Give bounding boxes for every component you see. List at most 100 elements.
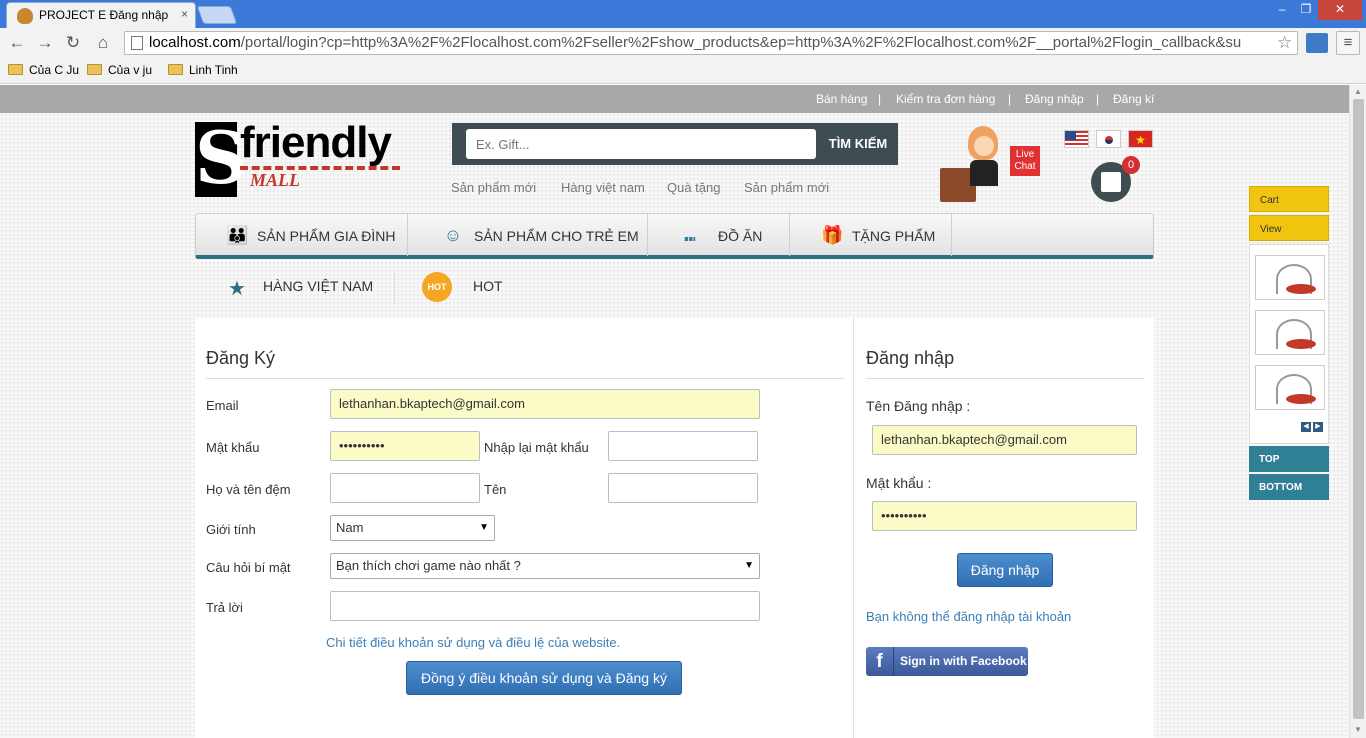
address-bar[interactable]: localhost.com/portal/login?cp=http%3A%2F… bbox=[124, 31, 1298, 55]
vacuum-cleaner-base bbox=[1286, 394, 1316, 404]
header-link-vietnam-goods[interactable]: Hàng việt nam bbox=[561, 180, 645, 195]
address-host: localhost.com bbox=[149, 34, 241, 51]
bookmark-folder[interactable]: Của v ju bbox=[87, 63, 152, 77]
gift-icon: 🎁 bbox=[821, 225, 844, 245]
register-title-rule bbox=[206, 378, 844, 379]
password-label: Mật khẩu bbox=[206, 440, 260, 455]
page-scrollbar[interactable]: ▲ ▼ bbox=[1349, 85, 1366, 738]
login-title: Đăng nhập bbox=[866, 348, 955, 368]
recent-product-thumb[interactable] bbox=[1255, 255, 1325, 300]
register-lastname-field[interactable] bbox=[330, 473, 480, 503]
hot-icon: HOT bbox=[422, 272, 452, 302]
live-chat-widget[interactable]: Live Chat bbox=[940, 120, 1040, 205]
search-input[interactable] bbox=[466, 129, 816, 159]
logo-subtext: MALL bbox=[250, 170, 301, 190]
floating-view-button[interactable]: View bbox=[1249, 215, 1329, 241]
topnav-order-check-link[interactable]: Kiểm tra đơn hàng bbox=[896, 92, 995, 106]
category-kids-products[interactable]: ☺ SẢN PHẨM CHO TRẺ EM bbox=[408, 214, 648, 256]
login-password-field[interactable]: •••••••••• bbox=[872, 501, 1137, 531]
new-tab-button[interactable] bbox=[196, 6, 238, 24]
subcategory-vietnam-goods[interactable]: HÀNG VIỆT NAM bbox=[263, 278, 373, 294]
thumb-prev-icon[interactable]: ◀ bbox=[1301, 422, 1311, 432]
register-submit-button[interactable]: Đồng ý điều khoản sử dụng và Đăng ký bbox=[406, 661, 682, 695]
folder-icon bbox=[168, 64, 183, 75]
scroll-top-button[interactable]: TOP bbox=[1249, 446, 1329, 472]
child-icon: ☺ bbox=[443, 225, 463, 245]
dropdown-arrow-icon: ▼ bbox=[744, 560, 754, 571]
us-flag-icon[interactable] bbox=[1064, 130, 1089, 148]
bookmarks-bar: Của C Ju Của v ju Linh Tinh bbox=[0, 58, 1366, 84]
window-maximize-button[interactable]: ❐ bbox=[1294, 0, 1318, 20]
login-title-rule bbox=[866, 378, 1145, 379]
reload-icon[interactable]: ↻ bbox=[62, 32, 84, 54]
bookmark-folder[interactable]: Linh Tinh bbox=[168, 63, 238, 77]
forward-icon[interactable]: → bbox=[34, 32, 56, 54]
security-question-value: Bạn thích chơi game nào nhất ? bbox=[336, 558, 521, 573]
address-text: localhost.com/portal/login?cp=http%3A%2F… bbox=[149, 34, 1269, 51]
scroll-down-icon[interactable]: ▼ bbox=[1354, 725, 1362, 734]
category-label: SẢN PHẨM GIA ĐÌNH bbox=[257, 228, 396, 244]
floating-cart-button[interactable]: Cart bbox=[1249, 186, 1329, 212]
register-password-field[interactable]: •••••••••• bbox=[330, 431, 480, 461]
window-close-button[interactable]: ✕ bbox=[1318, 0, 1362, 20]
vacuum-cleaner-base bbox=[1286, 339, 1316, 349]
register-confirm-password-field[interactable] bbox=[608, 431, 758, 461]
browser-tab[interactable]: PROJECT E Đăng nhập × bbox=[6, 2, 196, 28]
recent-product-thumb[interactable] bbox=[1255, 310, 1325, 355]
thumb-next-icon[interactable]: ▶ bbox=[1313, 422, 1323, 432]
category-gifts[interactable]: 🎁 TẶNG PHẨM bbox=[790, 214, 952, 256]
recent-product-thumb[interactable] bbox=[1255, 365, 1325, 410]
subcategory-hot[interactable]: HOT bbox=[473, 278, 503, 294]
scroll-thumb[interactable] bbox=[1353, 99, 1364, 719]
gender-label: Giới tính bbox=[206, 522, 256, 537]
search-button[interactable]: TÌM KIẾM bbox=[818, 123, 898, 165]
topnav-register-link[interactable]: Đăng kí bbox=[1113, 92, 1154, 106]
bookmark-folder[interactable]: Của C Ju bbox=[8, 63, 79, 77]
agent-face-illustration bbox=[974, 136, 994, 156]
header-link-gifts[interactable]: Quà tặng bbox=[667, 180, 721, 195]
login-submit-button[interactable]: Đăng nhập bbox=[957, 553, 1053, 587]
home-icon[interactable]: ⌂ bbox=[92, 32, 114, 54]
forgot-account-link[interactable]: Bạn không thể đăng nhập tài khoản bbox=[866, 609, 1071, 624]
extension-icon[interactable] bbox=[1306, 33, 1328, 53]
security-question-select[interactable]: Bạn thích chơi game nào nhất ? ▼ bbox=[330, 553, 760, 579]
korea-flag-icon[interactable] bbox=[1096, 130, 1121, 148]
gender-select[interactable]: Nam ▼ bbox=[330, 515, 495, 541]
email-label: Email bbox=[206, 398, 239, 413]
scroll-bottom-button[interactable]: BOTTOM bbox=[1249, 474, 1329, 500]
topnav-login-link[interactable]: Đăng nhập bbox=[1025, 92, 1084, 106]
family-icon: 👪 bbox=[226, 225, 249, 245]
vietnam-flag-icon[interactable]: ★ bbox=[1128, 130, 1153, 148]
browser-menu-icon[interactable]: ≡ bbox=[1336, 31, 1360, 55]
register-firstname-field[interactable] bbox=[608, 473, 758, 503]
site-top-bar: Bán hàng | Kiểm tra đơn hàng | Đăng nhập… bbox=[0, 85, 1349, 113]
agent-body-illustration bbox=[970, 160, 998, 186]
folder-icon bbox=[8, 64, 23, 75]
back-icon[interactable]: ← bbox=[6, 32, 28, 54]
category-food[interactable]: ⑉ ĐỒ ĂN bbox=[648, 214, 790, 256]
login-password-label: Mật khẩu : bbox=[866, 475, 932, 491]
folder-icon bbox=[87, 64, 102, 75]
category-family-products[interactable]: 👪 SẢN PHẨM GIA ĐÌNH bbox=[196, 214, 408, 256]
content-divider bbox=[853, 318, 854, 738]
bookmark-star-icon[interactable]: ☆ bbox=[1277, 33, 1292, 53]
facebook-signin-button[interactable]: f Sign in with Facebook bbox=[866, 647, 1028, 676]
header-link-new-products-2[interactable]: Sản phẩm mới bbox=[744, 180, 829, 195]
tab-close-icon[interactable]: × bbox=[181, 7, 188, 21]
register-title: Đăng Ký bbox=[206, 348, 276, 368]
star-icon: ★ bbox=[228, 278, 246, 300]
shopping-bag-icon bbox=[1101, 172, 1121, 192]
security-answer-field[interactable] bbox=[330, 591, 760, 621]
header-link-new-products[interactable]: Sản phẩm mới bbox=[451, 180, 536, 195]
register-email-field[interactable]: lethanhan.bkaptech@gmail.com bbox=[330, 389, 760, 419]
address-path: /portal/login?cp=http%3A%2F%2Flocalhost.… bbox=[240, 34, 1242, 51]
live-chat-label: Live Chat bbox=[1010, 146, 1040, 176]
window-minimize-button[interactable]: – bbox=[1270, 0, 1294, 20]
scroll-up-icon[interactable]: ▲ bbox=[1354, 87, 1362, 96]
topnav-sell-link[interactable]: Bán hàng bbox=[816, 92, 867, 106]
cutlery-icon: ⑉ bbox=[684, 225, 696, 245]
terms-link[interactable]: Chi tiết điều khoản sử dụng và điều lệ c… bbox=[326, 635, 620, 650]
login-username-field[interactable]: lethanhan.bkaptech@gmail.com bbox=[872, 425, 1137, 455]
topnav-separator: | bbox=[1096, 92, 1100, 106]
facebook-icon: f bbox=[866, 647, 894, 676]
